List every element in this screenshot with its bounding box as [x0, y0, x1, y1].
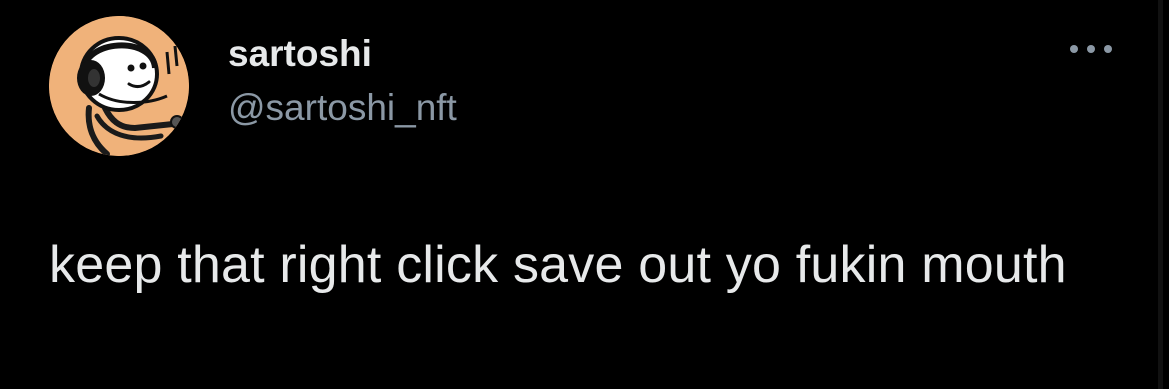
tweet-card: sartoshi @sartoshi_nft keep that right c… [0, 0, 1169, 389]
user-handle[interactable]: @sartoshi_nft [228, 86, 457, 130]
avatar[interactable] [49, 16, 189, 156]
more-options-button[interactable] [1066, 32, 1116, 66]
scrollbar-track[interactable] [1158, 0, 1163, 389]
cartoon-avatar-icon [49, 16, 189, 156]
ellipsis-icon [1070, 45, 1112, 53]
display-name[interactable]: sartoshi [228, 32, 372, 76]
tweet-text: keep that right click save out yo fukin … [49, 236, 1067, 294]
